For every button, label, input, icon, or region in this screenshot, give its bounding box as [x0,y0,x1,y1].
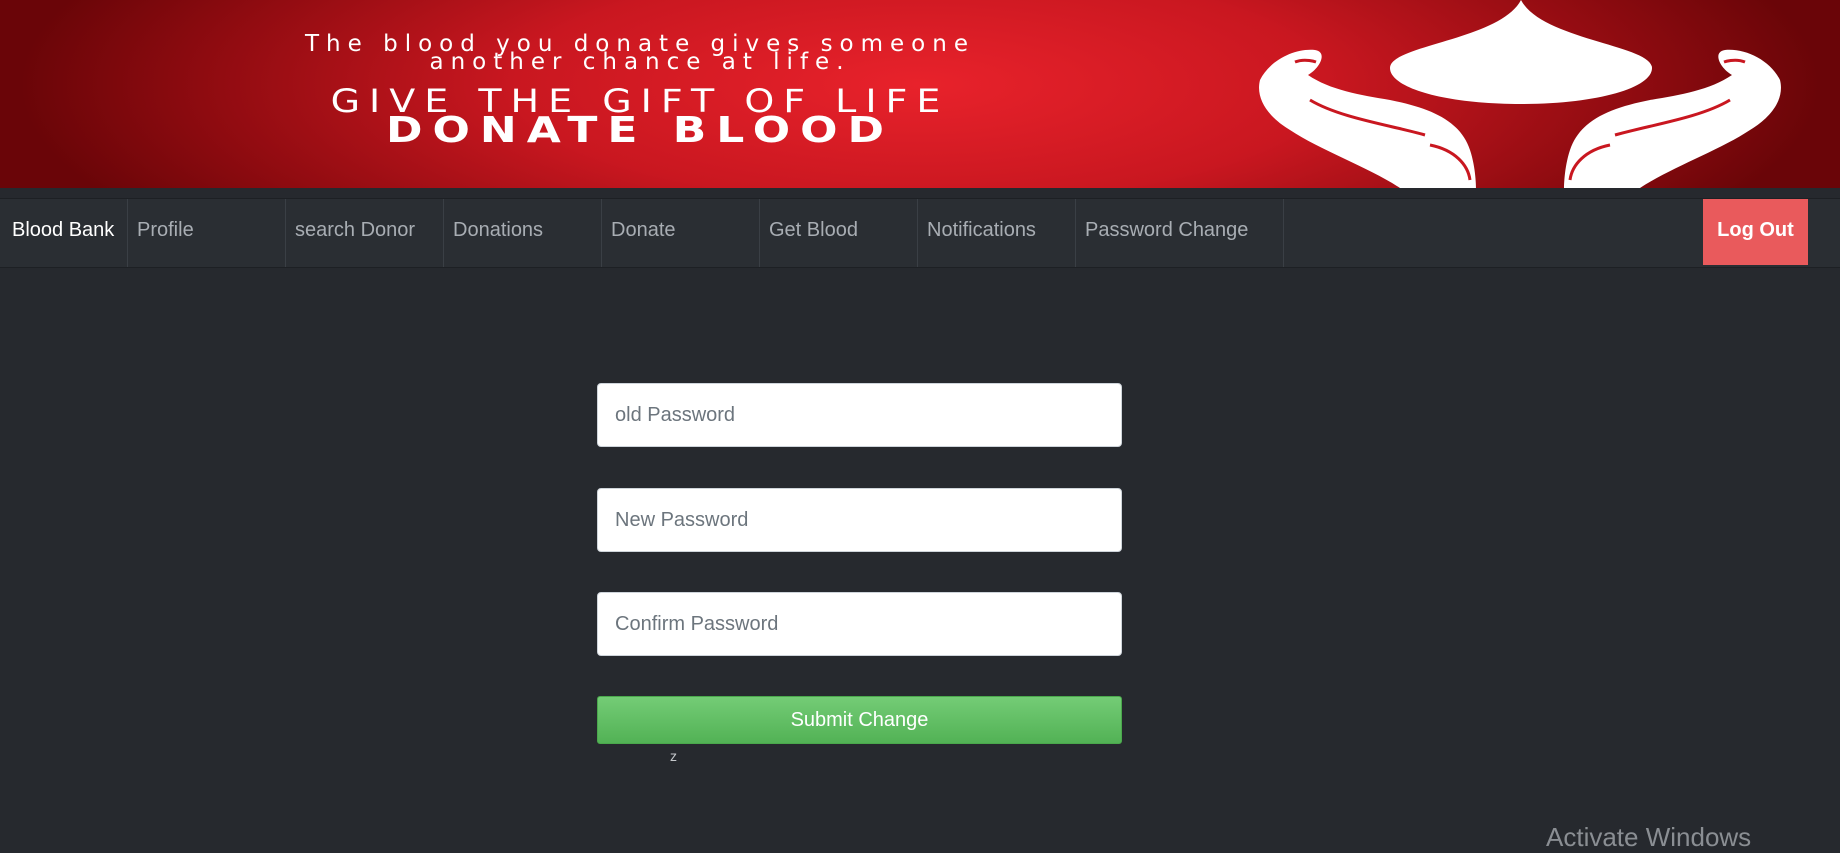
form-note-text: z [670,748,677,764]
navbar: Blood Bank Profile search Donor Donation… [0,198,1840,268]
banner-text: The blood you donate gives someone anoth… [0,0,1230,188]
banner-headline-donate: DONATE BLOOD [385,110,895,151]
new-password-input[interactable] [597,488,1122,552]
nav-item-donations[interactable]: Donations [444,199,602,267]
brand-link[interactable]: Blood Bank [0,199,128,267]
nav-item-search-donor[interactable]: search Donor [286,199,444,267]
hands-blood-drop-icon [1259,0,1781,188]
submit-change-button[interactable]: Submit Change [597,696,1122,744]
nav-item-donate[interactable]: Donate [602,199,760,267]
logout-button[interactable]: Log Out [1703,199,1808,265]
nav-item-profile[interactable]: Profile [128,199,286,267]
banner: The blood you donate gives someone anoth… [0,0,1840,188]
nav-item-notifications[interactable]: Notifications [918,199,1076,267]
confirm-password-input[interactable] [597,592,1122,656]
nav-item-password-change[interactable]: Password Change [1076,199,1284,267]
nav-item-get-blood[interactable]: Get Blood [760,199,918,267]
old-password-input[interactable] [597,383,1122,447]
activate-windows-watermark: Activate Windows [1546,822,1752,852]
banner-tagline-line2: another chance at life. [429,49,851,75]
